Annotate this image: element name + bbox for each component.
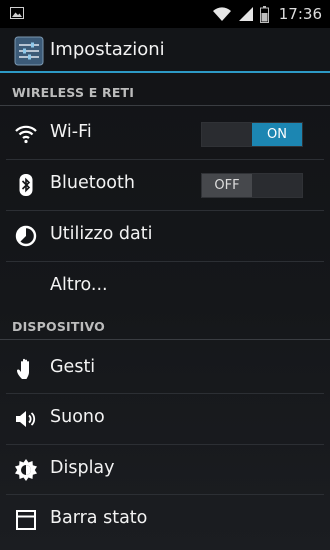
clock: 17:36 <box>278 5 322 23</box>
settings-item-sound[interactable]: Suono <box>0 394 330 444</box>
page-title: Impostazioni <box>50 39 165 60</box>
bluetooth-icon <box>19 174 33 196</box>
data-usage-label: Utilizzo dati <box>50 224 153 244</box>
wifi-toggle[interactable]: ON <box>201 122 303 147</box>
wifi-label: Wi-Fi <box>50 122 92 142</box>
display-label: Display <box>50 458 115 478</box>
hand-icon <box>17 358 29 379</box>
settings-item-gestures[interactable]: Gesti <box>0 344 330 394</box>
section-header-label: DISPOSITIVO <box>12 319 105 334</box>
bluetooth-toggle[interactable]: OFF <box>201 173 303 198</box>
wifi-icon <box>15 125 37 144</box>
status-bar-icon <box>16 510 36 530</box>
settings-item-data-usage[interactable]: Utilizzo dati <box>0 211 330 261</box>
section-header-label: WIRELESS E RETI <box>12 85 135 100</box>
settings-item-status-bar[interactable]: Barra stato <box>0 495 330 545</box>
section-header-wireless: WIRELESS E RETI <box>0 78 330 106</box>
settings-sliders-icon[interactable] <box>14 36 44 66</box>
gestures-label: Gesti <box>50 357 96 377</box>
status-bar-label: Barra stato <box>50 508 148 528</box>
wifi-signal-icon <box>212 7 231 21</box>
battery-icon <box>259 5 269 23</box>
more-label: Altro... <box>50 275 108 295</box>
picture-icon <box>10 7 24 19</box>
settings-item-wifi[interactable]: Wi-Fi ON <box>0 109 330 159</box>
speaker-icon <box>16 411 36 427</box>
settings-item-display[interactable]: Display <box>0 445 330 495</box>
action-bar: Impostazioni <box>0 28 330 73</box>
bluetooth-toggle-state: OFF <box>202 174 252 197</box>
wifi-toggle-state: ON <box>252 123 302 146</box>
bluetooth-label: Bluetooth <box>50 173 135 193</box>
cell-signal-icon <box>238 7 253 21</box>
settings-item-bluetooth[interactable]: Bluetooth OFF <box>0 160 330 210</box>
section-header-device: DISPOSITIVO <box>0 312 330 340</box>
settings-screen: 17:36 Impostazioni WIRELESS E RETI Wi-Fi… <box>0 0 330 550</box>
settings-item-more[interactable]: Altro... <box>0 262 330 312</box>
status-bar: 17:36 <box>0 0 330 28</box>
sound-label: Suono <box>50 407 105 427</box>
brightness-icon <box>15 459 37 481</box>
data-usage-icon <box>15 225 37 247</box>
